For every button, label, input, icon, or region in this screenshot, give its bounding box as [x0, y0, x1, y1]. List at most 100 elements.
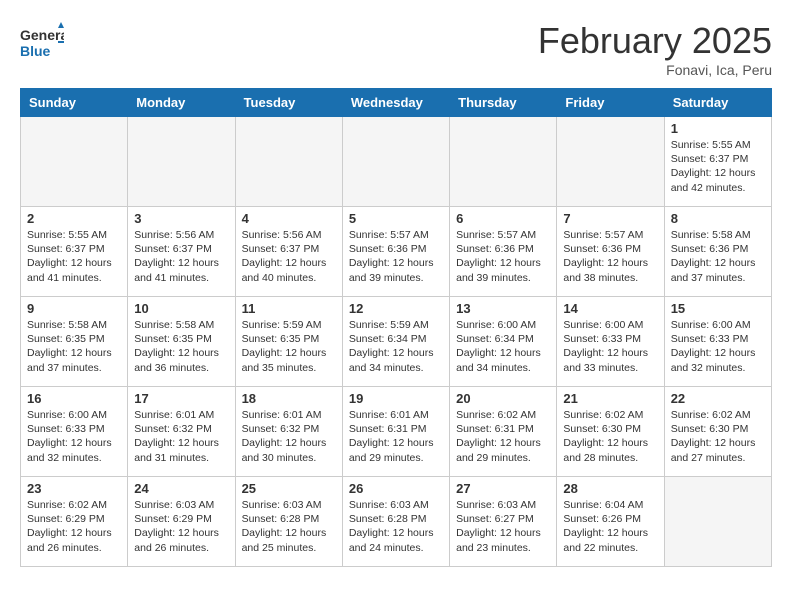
svg-text:General: General	[20, 27, 64, 43]
calendar-cell	[235, 117, 342, 207]
day-info: Sunrise: 5:55 AM Sunset: 6:37 PM Dayligh…	[671, 138, 765, 195]
day-info: Sunrise: 6:01 AM Sunset: 6:31 PM Dayligh…	[349, 408, 443, 465]
calendar-cell: 11 Sunrise: 5:59 AM Sunset: 6:35 PM Dayli…	[235, 297, 342, 387]
calendar-cell: 6Sunrise: 5:57 AM Sunset: 6:36 PM Daylig…	[450, 207, 557, 297]
logo: General Blue	[20, 20, 64, 64]
calendar-table: SundayMondayTuesdayWednesdayThursdayFrid…	[20, 88, 772, 567]
calendar-cell: 21 Sunrise: 6:02 AM Sunset: 6:30 PM Dayli…	[557, 387, 664, 477]
calendar-cell: 23 Sunrise: 6:02 AM Sunset: 6:29 PM Dayli…	[21, 477, 128, 567]
day-info: Sunrise: 6:02 AM Sunset: 6:29 PM Dayligh…	[27, 498, 121, 555]
day-info: Sunrise: 5:57 AM Sunset: 6:36 PM Dayligh…	[563, 228, 657, 285]
day-header-thursday: Thursday	[450, 89, 557, 117]
calendar-cell: 17 Sunrise: 6:01 AM Sunset: 6:32 PM Dayli…	[128, 387, 235, 477]
day-header-wednesday: Wednesday	[342, 89, 449, 117]
logo-icon: General Blue	[20, 20, 64, 64]
day-info: Sunrise: 6:02 AM Sunset: 6:31 PM Dayligh…	[456, 408, 550, 465]
calendar-cell: 4 Sunrise: 5:56 AM Sunset: 6:37 PM Daylig…	[235, 207, 342, 297]
day-header-monday: Monday	[128, 89, 235, 117]
calendar-cell: 22Sunrise: 6:02 AM Sunset: 6:30 PM Dayli…	[664, 387, 771, 477]
calendar-cell: 10Sunrise: 5:58 AM Sunset: 6:35 PM Dayli…	[128, 297, 235, 387]
day-number: 20	[456, 391, 550, 406]
calendar-cell	[557, 117, 664, 207]
day-number: 23	[27, 481, 121, 496]
calendar-cell: 15 Sunrise: 6:00 AM Sunset: 6:33 PM Dayli…	[664, 297, 771, 387]
day-info: Sunrise: 5:57 AM Sunset: 6:36 PM Dayligh…	[456, 228, 550, 285]
day-number: 15	[671, 301, 765, 316]
calendar-cell: 3 Sunrise: 5:56 AM Sunset: 6:37 PM Daylig…	[128, 207, 235, 297]
day-number: 9	[27, 301, 121, 316]
calendar-cell	[664, 477, 771, 567]
day-number: 8	[671, 211, 765, 226]
day-number: 12	[349, 301, 443, 316]
day-number: 25	[242, 481, 336, 496]
day-number: 3	[134, 211, 228, 226]
day-info: Sunrise: 6:02 AM Sunset: 6:30 PM Dayligh…	[563, 408, 657, 465]
calendar-cell: 16Sunrise: 6:00 AM Sunset: 6:33 PM Dayli…	[21, 387, 128, 477]
day-info: Sunrise: 5:58 AM Sunset: 6:35 PM Dayligh…	[27, 318, 121, 375]
day-number: 24	[134, 481, 228, 496]
calendar-cell: 5Sunrise: 5:57 AM Sunset: 6:36 PM Daylig…	[342, 207, 449, 297]
calendar-cell: 2 Sunrise: 5:55 AM Sunset: 6:37 PM Daylig…	[21, 207, 128, 297]
day-info: Sunrise: 6:01 AM Sunset: 6:32 PM Dayligh…	[242, 408, 336, 465]
day-number: 2	[27, 211, 121, 226]
day-header-friday: Friday	[557, 89, 664, 117]
day-info: Sunrise: 5:56 AM Sunset: 6:37 PM Dayligh…	[134, 228, 228, 285]
day-number: 21	[563, 391, 657, 406]
calendar-cell: 28 Sunrise: 6:04 AM Sunset: 6:26 PM Dayli…	[557, 477, 664, 567]
calendar-cell	[21, 117, 128, 207]
day-info: Sunrise: 6:00 AM Sunset: 6:33 PM Dayligh…	[563, 318, 657, 375]
calendar-cell: 7Sunrise: 5:57 AM Sunset: 6:36 PM Daylig…	[557, 207, 664, 297]
calendar-cell: 27 Sunrise: 6:03 AM Sunset: 6:27 PM Dayli…	[450, 477, 557, 567]
calendar-cell	[450, 117, 557, 207]
day-number: 17	[134, 391, 228, 406]
calendar-cell: 12 Sunrise: 5:59 AM Sunset: 6:34 PM Dayli…	[342, 297, 449, 387]
calendar-cell: 25 Sunrise: 6:03 AM Sunset: 6:28 PM Dayli…	[235, 477, 342, 567]
week-row-5: 23 Sunrise: 6:02 AM Sunset: 6:29 PM Dayli…	[21, 477, 772, 567]
week-row-4: 16Sunrise: 6:00 AM Sunset: 6:33 PM Dayli…	[21, 387, 772, 477]
calendar-cell	[128, 117, 235, 207]
day-number: 26	[349, 481, 443, 496]
day-number: 10	[134, 301, 228, 316]
week-row-3: 9 Sunrise: 5:58 AM Sunset: 6:35 PM Daylig…	[21, 297, 772, 387]
calendar-cell: 20 Sunrise: 6:02 AM Sunset: 6:31 PM Dayli…	[450, 387, 557, 477]
day-info: Sunrise: 5:58 AM Sunset: 6:36 PM Dayligh…	[671, 228, 765, 285]
day-number: 27	[456, 481, 550, 496]
day-number: 14	[563, 301, 657, 316]
day-info: Sunrise: 6:00 AM Sunset: 6:33 PM Dayligh…	[671, 318, 765, 375]
day-info: Sunrise: 6:01 AM Sunset: 6:32 PM Dayligh…	[134, 408, 228, 465]
calendar-cell: 24 Sunrise: 6:03 AM Sunset: 6:29 PM Dayli…	[128, 477, 235, 567]
calendar-cell: 18 Sunrise: 6:01 AM Sunset: 6:32 PM Dayli…	[235, 387, 342, 477]
location: Fonavi, Ica, Peru	[538, 62, 772, 78]
day-number: 1	[671, 121, 765, 136]
calendar-cell: 8 Sunrise: 5:58 AM Sunset: 6:36 PM Daylig…	[664, 207, 771, 297]
page-header: General Blue February 2025 Fonavi, Ica, …	[20, 20, 772, 78]
day-info: Sunrise: 6:03 AM Sunset: 6:28 PM Dayligh…	[349, 498, 443, 555]
day-header-tuesday: Tuesday	[235, 89, 342, 117]
week-row-2: 2 Sunrise: 5:55 AM Sunset: 6:37 PM Daylig…	[21, 207, 772, 297]
calendar-cell: 13Sunrise: 6:00 AM Sunset: 6:34 PM Dayli…	[450, 297, 557, 387]
day-header-sunday: Sunday	[21, 89, 128, 117]
month-title: February 2025	[538, 20, 772, 62]
day-info: Sunrise: 6:04 AM Sunset: 6:26 PM Dayligh…	[563, 498, 657, 555]
day-info: Sunrise: 5:59 AM Sunset: 6:35 PM Dayligh…	[242, 318, 336, 375]
calendar-cell: 14 Sunrise: 6:00 AM Sunset: 6:33 PM Dayli…	[557, 297, 664, 387]
calendar-cell: 1 Sunrise: 5:55 AM Sunset: 6:37 PM Daylig…	[664, 117, 771, 207]
day-number: 11	[242, 301, 336, 316]
day-info: Sunrise: 5:55 AM Sunset: 6:37 PM Dayligh…	[27, 228, 121, 285]
day-info: Sunrise: 5:56 AM Sunset: 6:37 PM Dayligh…	[242, 228, 336, 285]
day-info: Sunrise: 6:02 AM Sunset: 6:30 PM Dayligh…	[671, 408, 765, 465]
day-info: Sunrise: 6:00 AM Sunset: 6:33 PM Dayligh…	[27, 408, 121, 465]
day-info: Sunrise: 6:03 AM Sunset: 6:27 PM Dayligh…	[456, 498, 550, 555]
calendar-cell: 19 Sunrise: 6:01 AM Sunset: 6:31 PM Dayli…	[342, 387, 449, 477]
calendar-cell: 26 Sunrise: 6:03 AM Sunset: 6:28 PM Dayli…	[342, 477, 449, 567]
day-info: Sunrise: 6:03 AM Sunset: 6:28 PM Dayligh…	[242, 498, 336, 555]
day-info: Sunrise: 6:03 AM Sunset: 6:29 PM Dayligh…	[134, 498, 228, 555]
day-number: 5	[349, 211, 443, 226]
day-number: 19	[349, 391, 443, 406]
day-number: 18	[242, 391, 336, 406]
day-number: 4	[242, 211, 336, 226]
calendar-header-row: SundayMondayTuesdayWednesdayThursdayFrid…	[21, 89, 772, 117]
day-number: 13	[456, 301, 550, 316]
day-info: Sunrise: 5:59 AM Sunset: 6:34 PM Dayligh…	[349, 318, 443, 375]
day-number: 28	[563, 481, 657, 496]
